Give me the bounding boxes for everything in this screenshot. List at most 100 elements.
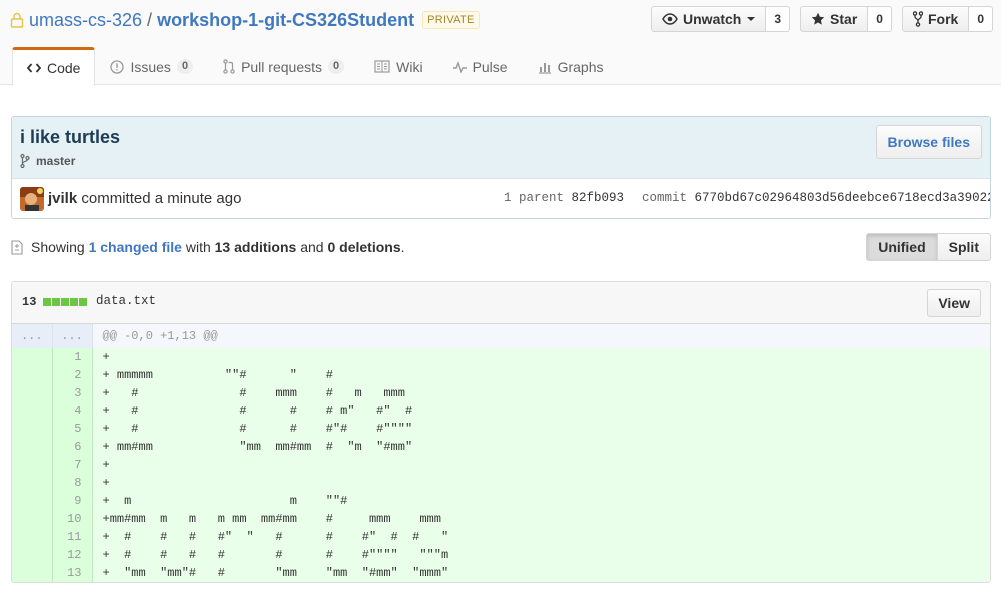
fork-button[interactable]: Fork (901, 6, 970, 32)
tab-pull-requests[interactable]: Pull requests 0 (208, 47, 359, 85)
old-line-number[interactable] (12, 366, 53, 384)
diff-line: 4 + # # # # m" #" # (12, 402, 990, 420)
issues-counter: 0 (176, 59, 194, 74)
split-button[interactable]: Split (937, 233, 991, 261)
diffstat-block (79, 298, 88, 306)
eye-icon (662, 13, 678, 25)
new-line-number[interactable]: 11 (52, 528, 93, 546)
commit-box: i like turtles master Browse files jvilk… (11, 116, 991, 219)
new-line-number[interactable]: 3 (52, 384, 93, 402)
new-line-number[interactable]: 13 (52, 564, 93, 582)
old-line-number[interactable] (12, 402, 53, 420)
star-label: Star (830, 11, 858, 27)
repo-name-link[interactable]: workshop-1-git-CS326Student (157, 10, 414, 31)
diffstat-block (43, 298, 52, 306)
hunk-expand-left[interactable]: ... (12, 324, 53, 348)
browse-files-button[interactable]: Browse files (875, 125, 982, 159)
diffstat: 13 (22, 295, 88, 309)
watch-count[interactable]: 3 (766, 6, 791, 32)
diff-code: + # # mmm # m mmm (92, 384, 990, 402)
new-line-number[interactable]: 4 (52, 402, 93, 420)
code-icon (27, 63, 41, 73)
new-line-number[interactable]: 6 (52, 438, 93, 456)
changed-files-link[interactable]: 1 changed file (89, 239, 182, 255)
tab-wiki[interactable]: Wiki (359, 47, 437, 85)
parent-info: 1 parent 82fb093 (504, 191, 624, 205)
star-button[interactable]: Star (800, 6, 869, 32)
tab-issues[interactable]: Issues 0 (95, 47, 208, 85)
old-line-number[interactable] (12, 492, 53, 510)
private-badge: PRIVATE (422, 11, 480, 29)
diff-code: + # # # #" " # # #" # # " (92, 528, 990, 546)
view-file-button[interactable]: View (927, 289, 981, 317)
new-line-number[interactable]: 10 (52, 510, 93, 528)
additions-count: 13 additions (214, 239, 297, 255)
path-separator: / (147, 9, 153, 30)
new-line-number[interactable]: 5 (52, 420, 93, 438)
diffstat-block (61, 298, 70, 306)
diff-line: 13 + "mm "mm"# # "mm "mm "#mm" "mmm" (12, 564, 990, 582)
star-count[interactable]: 0 (868, 6, 892, 32)
repo-owner-link[interactable]: umass-cs-326 (29, 10, 142, 31)
fork-count[interactable]: 0 (969, 6, 993, 32)
diff-line: 9 + m m ""# (12, 492, 990, 510)
commit-label: commit (642, 191, 688, 205)
author-link[interactable]: jvilk (48, 190, 77, 207)
issue-icon (110, 59, 125, 74)
diff-line: 5 + # # # #"# #"""" (12, 420, 990, 438)
new-line-number[interactable]: 9 (52, 492, 93, 510)
repo-nav: Code Issues 0 Pull requests 0 Wiki Pulse… (12, 47, 619, 86)
old-line-number[interactable] (12, 456, 53, 474)
commit-sha: 6770bd67c02964803d56deebce6718ecd3a39022 (694, 191, 991, 205)
file-diff: 13 data.txt View ... ... @@ -0,0 +1,13 @… (11, 281, 991, 583)
old-line-number[interactable] (12, 528, 53, 546)
old-line-number[interactable] (12, 474, 53, 492)
tab-code[interactable]: Code (12, 47, 96, 86)
diff-code: + (92, 474, 990, 492)
parent-sha-link[interactable]: 82fb093 (572, 191, 625, 205)
avatar[interactable] (20, 187, 44, 211)
diff-code: + m m ""# (92, 492, 990, 510)
old-line-number[interactable] (12, 420, 53, 438)
diff-line: 3 + # # mmm # m mmm (12, 384, 990, 402)
repo-title: umass-cs-326 / workshop-1-git-CS326Stude… (10, 8, 480, 32)
old-line-number[interactable] (12, 384, 53, 402)
graph-icon (538, 62, 551, 74)
file-diff-icon (11, 239, 23, 255)
diff-code: + (92, 348, 990, 366)
diff-line: 6 + mm#mm "mm mm#mm # "m "#mm" (12, 438, 990, 456)
diff-code: +mm#mm m m m mm mm#mm # mmm mmm (92, 510, 990, 528)
new-line-number[interactable]: 7 (52, 456, 93, 474)
book-icon (374, 60, 390, 73)
commit-header: i like turtles master Browse files (12, 117, 990, 179)
branch-icon (20, 154, 30, 168)
branch-name[interactable]: master (36, 154, 75, 168)
new-line-number[interactable]: 12 (52, 546, 93, 564)
tab-pulse[interactable]: Pulse (438, 47, 523, 85)
diff-summary: Showing 1 changed file with 13 additions… (11, 233, 991, 261)
new-line-number[interactable]: 1 (52, 348, 93, 366)
new-line-number[interactable]: 8 (52, 474, 93, 492)
unwatch-button[interactable]: Unwatch (651, 6, 767, 32)
commit-time: committed a minute ago (81, 190, 242, 207)
diff-line: 2 + mmmmm ""# " # (12, 366, 990, 384)
tab-pulse-label: Pulse (472, 58, 508, 75)
old-line-number[interactable] (12, 546, 53, 564)
diff-code: + # # # # # # #"""" """m (92, 546, 990, 564)
old-line-number[interactable] (12, 438, 53, 456)
old-line-number[interactable] (12, 564, 53, 582)
unified-button[interactable]: Unified (866, 233, 938, 261)
repo-actions: Unwatch 3 Star 0 Fork 0 (651, 6, 993, 32)
diffstat-block (52, 298, 61, 306)
tab-graphs[interactable]: Graphs (523, 47, 619, 85)
commit-meta: jvilk committed a minute ago 1 parent 82… (12, 179, 991, 218)
parent-label: 1 parent (504, 191, 565, 205)
caret-down-icon (747, 17, 756, 21)
new-line-number[interactable]: 2 (52, 366, 93, 384)
diff-code: + # # # #"# #"""" (92, 420, 990, 438)
old-line-number[interactable] (12, 348, 53, 366)
hunk-expand-right[interactable]: ... (52, 324, 93, 348)
unwatch-label: Unwatch (683, 11, 742, 27)
file-name[interactable]: data.txt (96, 294, 156, 308)
old-line-number[interactable] (12, 510, 53, 528)
